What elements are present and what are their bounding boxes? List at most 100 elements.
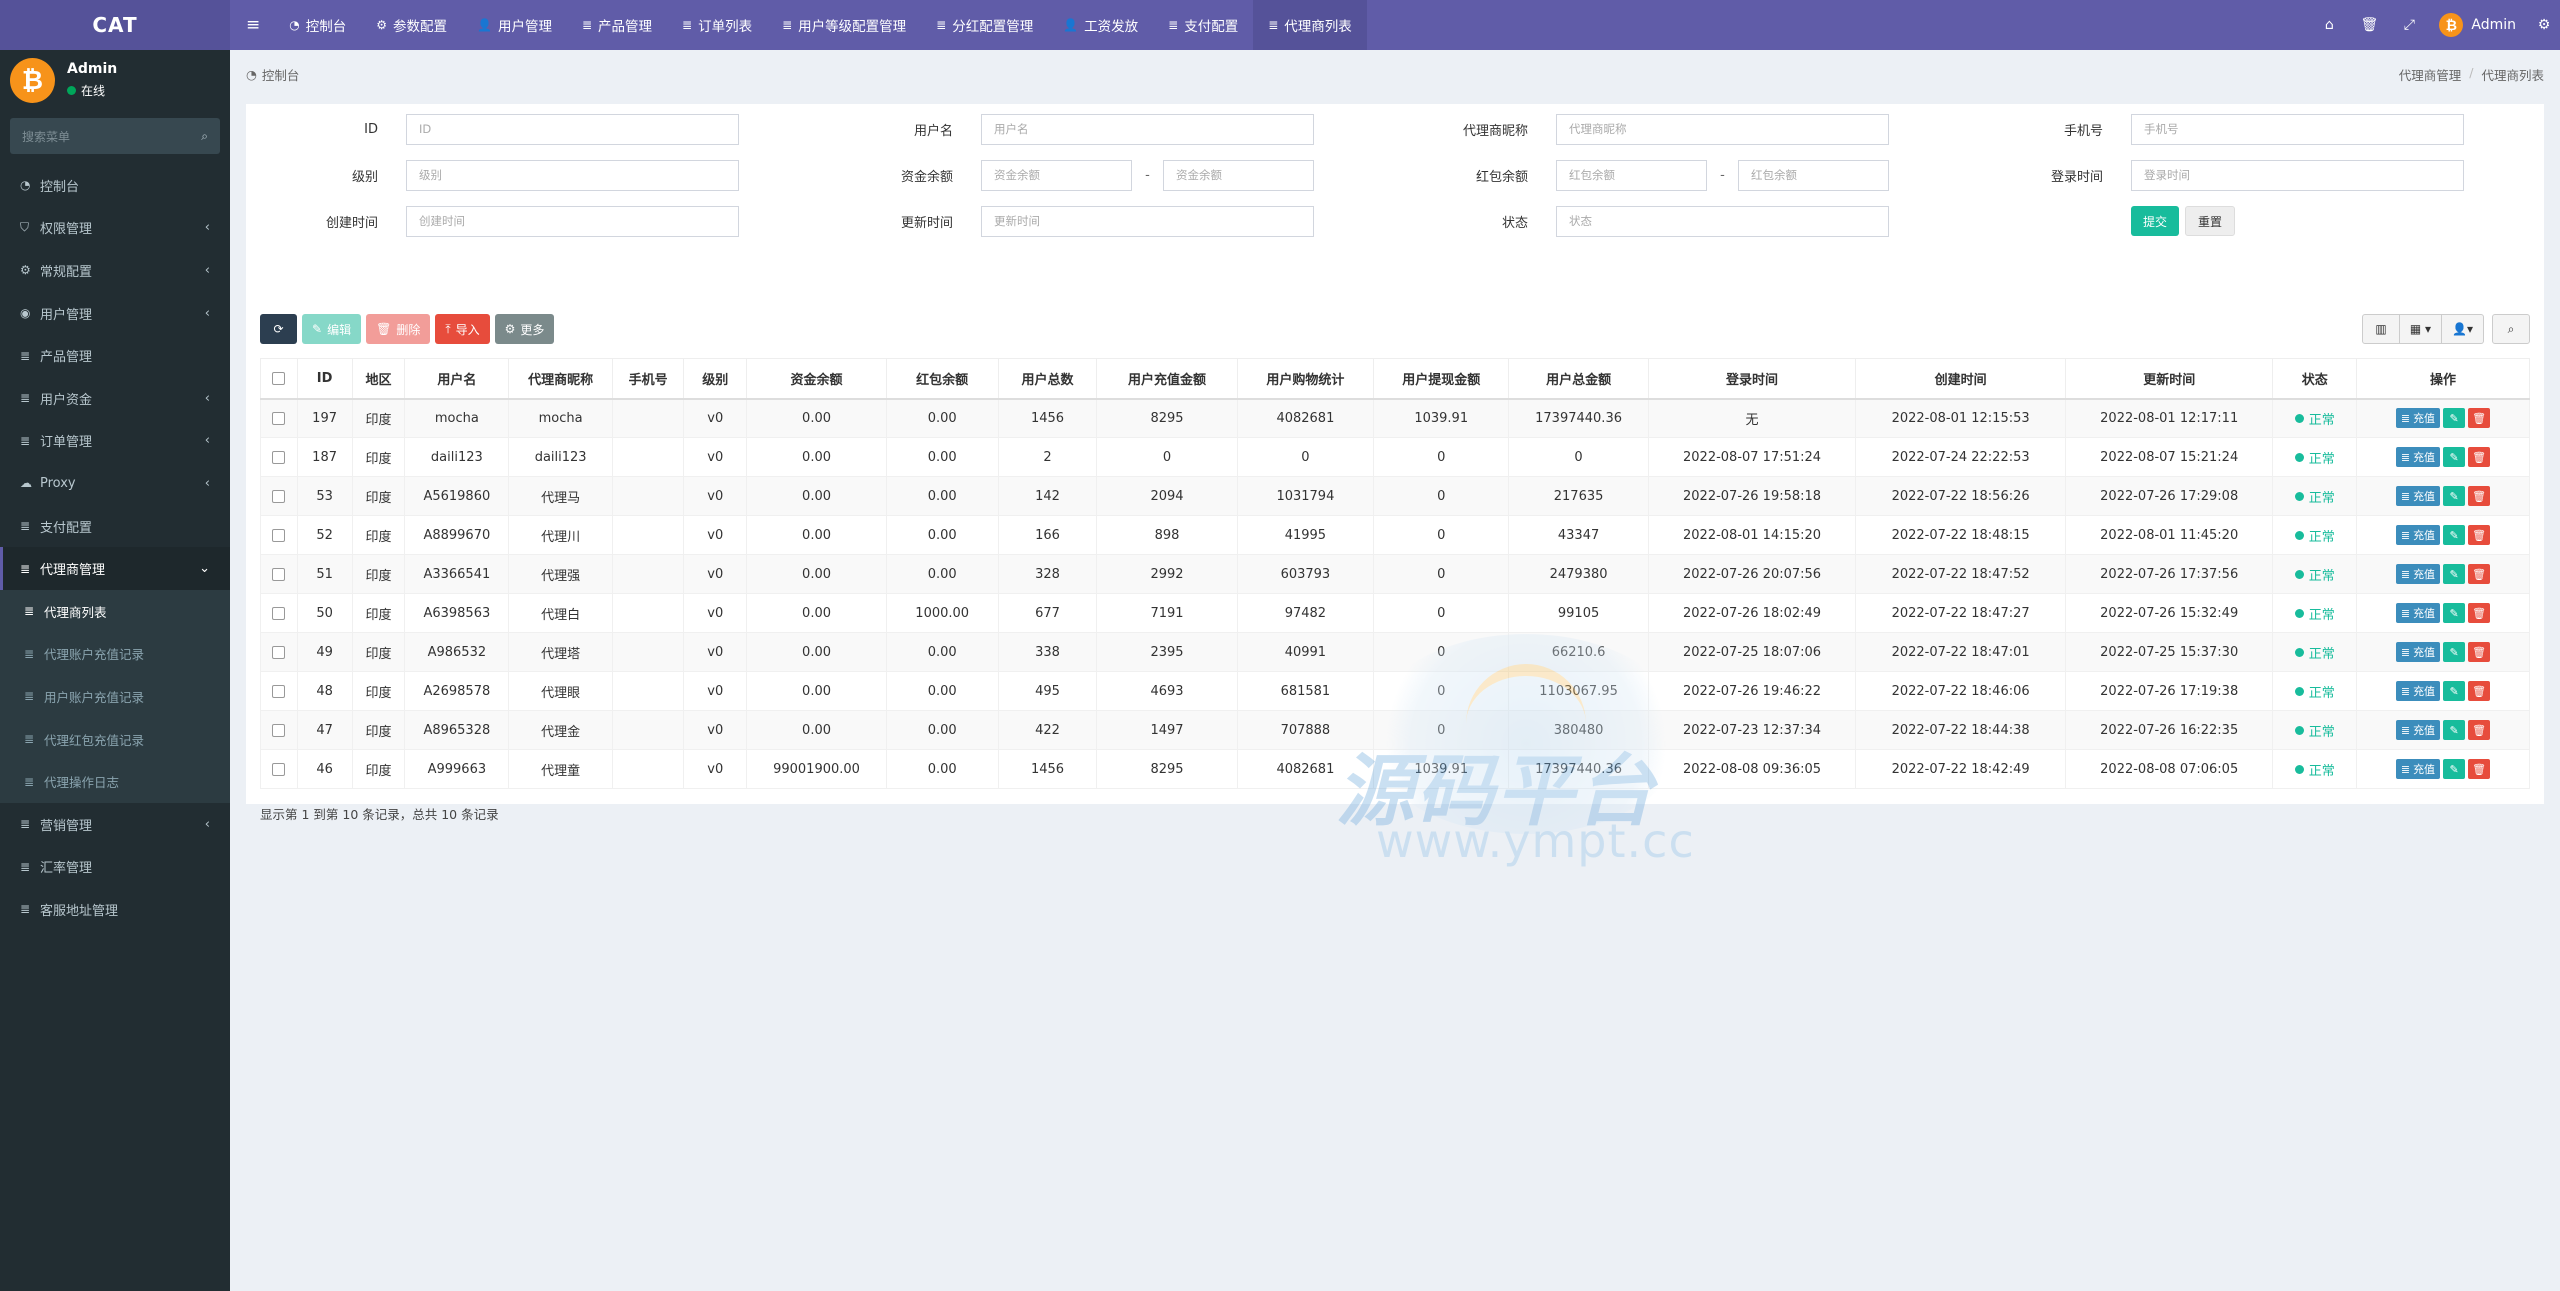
topnav-item[interactable]: ≣ 支付配置 — [1153, 0, 1253, 50]
filter-nickname-input[interactable]: 代理商昵称 — [1556, 113, 1889, 145]
sidebar-item[interactable]: ◔ 控制台 — [0, 164, 230, 207]
user-menu[interactable]: ₿ Admin — [2429, 13, 2528, 37]
topnav-item[interactable]: 👤 用户管理 — [462, 0, 567, 50]
more-button[interactable]: ⚙ 更多 — [494, 314, 555, 344]
table-row[interactable]: 187 印度 daili123 daili123 v0 0.00 0.00 2 0 0 0 0 2022… — [260, 437, 2531, 477]
filter-balance-min-input[interactable]: 资金余额 — [981, 159, 1132, 191]
column-header[interactable]: 手机号 — [612, 358, 685, 400]
column-header[interactable]: 创建时间 — [1855, 358, 2066, 400]
table-row[interactable]: 53 印度 A5619860 代理马 v0 0.00 0.00 142 2094 1031794 0… — [260, 476, 2531, 516]
row-edit-button[interactable]: ✎ — [2443, 486, 2466, 506]
row-delete-button[interactable]: 🗑 — [2468, 720, 2491, 740]
row-delete-button[interactable]: 🗑 — [2468, 603, 2491, 623]
row-delete-button[interactable]: 🗑 — [2468, 447, 2491, 467]
filter-logintime-input[interactable]: 登录时间 — [2131, 159, 2464, 191]
sidebar-item[interactable]: ≣ 客服地址管理 — [0, 888, 230, 931]
column-header[interactable]: 红包余额 — [885, 358, 999, 400]
sidebar-subitem[interactable]: ≣ 代理操作日志 — [0, 760, 230, 803]
topnav-item[interactable]: 👤 工资发放 — [1048, 0, 1153, 50]
table-row[interactable]: 48 印度 A2698578 代理眼 v0 0.00 0.00 495 4693 681581 0 1… — [260, 671, 2531, 711]
sidebar-item[interactable]: ≣ 产品管理 — [0, 334, 230, 377]
filter-username-input[interactable]: 用户名 — [981, 113, 1314, 145]
row-edit-button[interactable]: ✎ — [2443, 720, 2466, 740]
column-header[interactable]: 用户总数 — [997, 358, 1098, 400]
row-edit-button[interactable]: ✎ — [2443, 759, 2466, 779]
home-icon[interactable]: ⌂ — [2309, 17, 2349, 33]
recharge-button[interactable]: ≣ 充值 — [2395, 642, 2441, 662]
row-edit-button[interactable]: ✎ — [2443, 564, 2466, 584]
column-header[interactable]: ID — [296, 358, 353, 400]
column-header[interactable]: 更新时间 — [2064, 358, 2274, 400]
filter-phone-input[interactable]: 手机号 — [2131, 113, 2464, 145]
column-header[interactable]: 级别 — [683, 358, 748, 400]
sidebar-item[interactable]: ☁ Proxy ‹ — [0, 462, 230, 505]
breadcrumb-item[interactable]: 代理商管理 — [2399, 65, 2462, 84]
table-row[interactable]: 47 印度 A8965328 代理金 v0 0.00 0.00 422 1497 707888 0 3… — [260, 710, 2531, 750]
row-delete-button[interactable]: 🗑 — [2468, 486, 2491, 506]
filter-createtime-input[interactable]: 创建时间 — [406, 205, 739, 237]
row-checkbox[interactable] — [272, 606, 286, 620]
topnav-item[interactable]: ≣ 分红配置管理 — [921, 0, 1048, 50]
row-delete-button[interactable]: 🗑 — [2468, 759, 2491, 779]
row-delete-button[interactable]: 🗑 — [2468, 525, 2491, 545]
row-checkbox[interactable] — [272, 762, 286, 776]
search-toggle-button[interactable]: ⌕ — [2492, 314, 2530, 344]
sidebar-item[interactable]: ⚙ 常规配置 ‹ — [0, 249, 230, 292]
topnav-item[interactable]: ≣ 订单列表 — [667, 0, 767, 50]
columns-dropdown-button[interactable]: ▦ ▾ — [2400, 314, 2442, 344]
topnav-item[interactable]: ≣ 用户等级配置管理 — [767, 0, 921, 50]
export-dropdown-button[interactable]: 👤▾ — [2442, 314, 2484, 344]
sidebar-subitem[interactable]: ≣ 代理商列表 — [0, 590, 230, 633]
sidebar-item[interactable]: ≣ 代理商管理 ⌄ — [0, 547, 230, 590]
recharge-button[interactable]: ≣ 充值 — [2395, 759, 2441, 779]
column-header[interactable]: 登录时间 — [1647, 358, 1857, 400]
column-header[interactable]: 用户购物统计 — [1236, 358, 1375, 400]
row-edit-button[interactable]: ✎ — [2443, 447, 2466, 467]
row-checkbox[interactable] — [272, 645, 286, 659]
row-edit-button[interactable]: ✎ — [2443, 642, 2466, 662]
row-checkbox[interactable] — [272, 528, 286, 542]
column-header[interactable]: 用户充值金额 — [1096, 358, 1238, 400]
recharge-button[interactable]: ≣ 充值 — [2395, 603, 2441, 623]
edit-button[interactable]: ✎ 编辑 — [302, 314, 362, 344]
column-header[interactable]: 地区 — [351, 358, 406, 400]
filter-redpacket-min-input[interactable]: 红包余额 — [1556, 159, 1707, 191]
sidebar-item[interactable]: ≣ 用户资金 ‹ — [0, 377, 230, 420]
row-checkbox[interactable] — [272, 450, 286, 464]
sidebar-item[interactable]: ⛉ 权限管理 ‹ — [0, 207, 230, 250]
column-header[interactable]: 代理商昵称 — [508, 358, 614, 400]
topnav-item[interactable]: ≣ 产品管理 — [567, 0, 667, 50]
table-row[interactable]: 49 印度 A986532 代理塔 v0 0.00 0.00 338 2395 40991 0 662… — [260, 632, 2531, 672]
brand-logo[interactable]: CAT — [0, 0, 230, 50]
recharge-button[interactable]: ≣ 充值 — [2395, 447, 2441, 467]
recharge-button[interactable]: ≣ 充值 — [2395, 564, 2441, 584]
column-header[interactable]: 资金余额 — [746, 358, 887, 400]
row-edit-button[interactable]: ✎ — [2443, 603, 2466, 623]
filter-status-select[interactable]: 状态 — [1556, 205, 1889, 237]
column-header[interactable]: 用户提现金额 — [1373, 358, 1510, 400]
row-checkbox[interactable] — [272, 684, 286, 698]
fullscreen-icon[interactable]: ⤢ — [2389, 17, 2429, 33]
table-row[interactable]: 51 印度 A3366541 代理强 v0 0.00 0.00 328 2992 603793 0 2… — [260, 554, 2531, 594]
row-checkbox[interactable] — [272, 489, 286, 503]
recharge-button[interactable]: ≣ 充值 — [2395, 681, 2441, 701]
filter-redpacket-max-input[interactable]: 红包余额 — [1738, 159, 1889, 191]
filter-level-input[interactable]: 级别 — [406, 159, 739, 191]
sidebar-subitem[interactable]: ≣ 用户账户充值记录 — [0, 675, 230, 718]
sidebar-toggle-button[interactable]: ≡ — [230, 0, 274, 50]
filter-balance-max-input[interactable]: 资金余额 — [1163, 159, 1314, 191]
reset-button[interactable]: 重置 — [2185, 206, 2236, 236]
select-all-checkbox[interactable] — [272, 371, 286, 385]
trash-icon[interactable]: 🗑 — [2349, 17, 2389, 33]
recharge-button[interactable]: ≣ 充值 — [2395, 486, 2441, 506]
row-delete-button[interactable]: 🗑 — [2468, 564, 2491, 584]
settings-icon[interactable]: ⚙ — [2528, 17, 2560, 33]
filter-id-input[interactable]: ID — [406, 113, 739, 145]
topnav-item[interactable]: ◔ 控制台 — [274, 0, 361, 50]
table-row[interactable]: 52 印度 A8899670 代理川 v0 0.00 0.00 166 898 41995 0 433… — [260, 515, 2531, 555]
table-row[interactable]: 50 印度 A6398563 代理白 v0 0.00 1000.00 677 7191 97482… — [260, 593, 2531, 633]
column-header[interactable]: 状态 — [2272, 358, 2357, 400]
table-row[interactable]: 46 印度 A999663 代理童 v0 99001900.00 0.00 1456 8295 4… — [260, 749, 2531, 789]
sidebar-search-input[interactable]: 搜索菜单 ⌕ — [10, 118, 220, 154]
page-home-link[interactable]: ◔ 控制台 — [246, 65, 299, 84]
